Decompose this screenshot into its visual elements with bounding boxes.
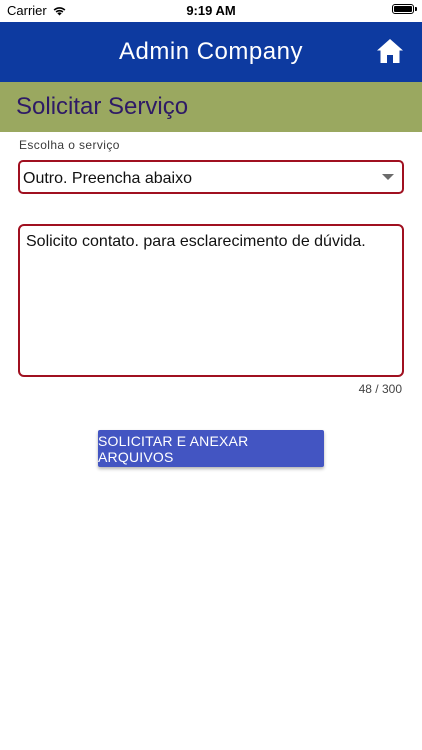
screen: Carrier 9:19 AM Admin Company Solicitar …	[0, 0, 422, 750]
status-time: 9:19 AM	[186, 3, 236, 18]
battery-fill	[394, 6, 412, 12]
service-select-value: Outro. Preencha abaixo	[23, 170, 192, 187]
message-textarea[interactable]: Solicito contato. para esclarecimento de…	[18, 224, 404, 377]
chevron-down-icon	[382, 174, 394, 180]
service-select[interactable]: Outro. Preencha abaixo	[18, 160, 404, 194]
message-text: Solicito contato. para esclarecimento de…	[26, 233, 366, 250]
section-header: Solicitar Serviço	[0, 82, 422, 132]
app-title: Admin Company	[119, 38, 303, 65]
app-bar: Admin Company	[0, 22, 422, 82]
status-bar: Carrier 9:19 AM	[0, 0, 422, 22]
home-button[interactable]	[376, 38, 404, 64]
service-label: Escolha o serviço	[19, 138, 120, 152]
submit-button[interactable]: SOLICITAR E ANEXAR ARQUIVOS	[98, 430, 324, 467]
battery-body	[392, 4, 417, 14]
battery-cap	[415, 7, 417, 11]
home-icon	[377, 39, 403, 63]
section-title: Solicitar Serviço	[16, 93, 189, 120]
battery-icon	[392, 4, 417, 14]
char-counter: 48 / 300	[358, 382, 402, 396]
